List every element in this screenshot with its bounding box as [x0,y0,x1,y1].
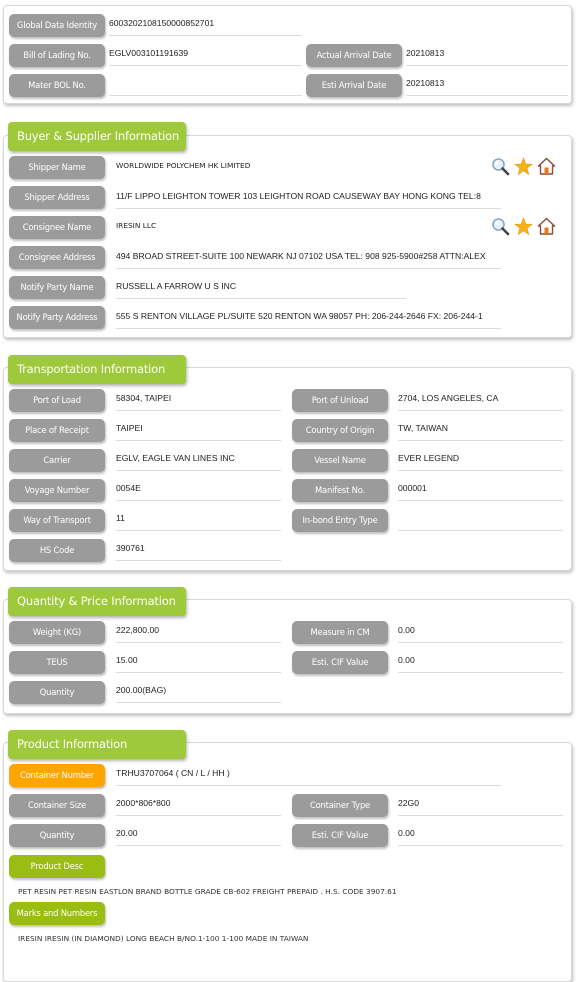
home-icon[interactable] [537,217,556,236]
value-carrier: EGLV, EAGLE VAN LINES INC [116,451,281,471]
value-product-desc: PET RESIN PET RESIN EASTLON BRAND BOTTLE… [18,887,397,896]
label-hs-code: HS Code [9,539,105,562]
buyer-supplier-panel: Shipper Name WORLDWIDE POLYCHEM HK LIMIT… [3,135,572,338]
value-weight: 222,800.00 [116,623,281,643]
label-port-of-load: Port of Load [9,389,105,412]
value-bill-of-lading: EGLV003101191639 [109,46,302,66]
label-in-bond-entry-type: In-bond Entry Type [292,509,388,532]
value-product-esti-cif: 0.00 [398,826,563,846]
product-panel: Container Number TRHU3707064 ( CN / L / … [3,742,572,982]
section-tab-transportation: Transportation Information [8,355,186,384]
section-tab-buyer-supplier: Buyer & Supplier Information [8,122,186,151]
value-manifest-no: 000001 [398,481,563,501]
label-port-of-unload: Port of Unload [292,389,388,412]
search-icon[interactable] [491,157,510,176]
value-esti-arrival-date: 20210813 [406,76,568,96]
label-marks-numbers: Marks and Numbers [9,902,105,925]
star-icon[interactable] [514,217,533,236]
label-consignee-address: Consignee Address [9,246,105,269]
value-country-of-origin: TW, TAIWAN [398,421,563,441]
header-panel: Global Data Identity 6003202108150000852… [3,5,572,104]
value-notify-party-name: RUSSELL A FARROW U S INC [116,279,406,299]
home-icon[interactable] [537,157,556,176]
value-vessel-name: EVER LEGEND [398,451,563,471]
label-shipper-address: Shipper Address [9,186,105,209]
value-esti-cif: 0.00 [398,653,563,673]
label-manifest-no: Manifest No. [292,479,388,502]
search-icon[interactable] [491,217,510,236]
value-teus: 15.00 [116,653,281,673]
label-product-desc: Product Desc [9,855,105,878]
value-shipper-name: WORLDWIDE POLYCHEM HK LIMITED [116,161,251,170]
value-notify-party-address: 555 S RENTON VILLAGE PL/SUITE 520 RENTON… [116,309,501,329]
label-way-of-transport: Way of Transport [9,509,105,532]
consignee-actions [491,217,571,236]
label-mater-bol: Mater BOL No. [9,74,105,97]
label-container-type: Container Type [292,794,388,817]
value-hs-code: 390761 [116,541,281,561]
label-consignee-name: Consignee Name [9,216,105,239]
value-way-of-transport: 11 [116,511,281,531]
value-global-data-identity: 6003202108150000852701 [109,16,302,36]
value-consignee-address: 494 BROAD STREET-SUITE 100 NEWARK NJ 071… [116,249,501,269]
value-actual-arrival-date: 20210813 [406,46,568,66]
value-shipper-address: 11/F LIPPO LEIGHTON TOWER 103 LEIGHTON R… [116,189,501,209]
value-port-of-load: 58304, TAIPEI [116,391,281,411]
value-product-quantity: 20.00 [116,826,281,846]
label-country-of-origin: Country of Origin [292,419,388,442]
label-voyage-number: Voyage Number [9,479,105,502]
label-measure: Measure in CM [292,621,388,644]
label-teus: TEUS [9,651,105,674]
value-voyage-number: 0054E [116,481,281,501]
label-place-of-receipt: Place of Receipt [9,419,105,442]
label-esti-arrival-date: Esti Arrival Date [306,74,402,97]
value-quantity: 200.00(BAG) [116,683,281,703]
value-container-type: 22G0 [398,796,563,816]
shipper-actions [491,157,571,176]
label-global-data-identity: Global Data Identity [9,14,105,37]
label-esti-cif: Esti. CIF Value [292,651,388,674]
value-container-number: TRHU3707064 ( CN / L / HH ) [116,766,501,786]
label-carrier: Carrier [9,449,105,472]
label-vessel-name: Vessel Name [292,449,388,472]
label-notify-party-name: Notify Party Name [9,276,105,299]
quantity-price-panel: Weight (KG) 222,800.00 Measure in CM 0.0… [3,599,572,714]
label-quantity: Quantity [9,681,105,704]
section-tab-product: Product Information [8,730,186,759]
transportation-panel: Port of Load 58304, TAIPEI Port of Unloa… [3,367,572,571]
label-bill-of-lading: Bill of Lading No. [9,44,105,67]
value-mater-bol [109,76,302,96]
value-port-of-unload: 2704, LOS ANGELES, CA [398,391,563,411]
value-measure: 0.00 [398,623,563,643]
label-container-number[interactable]: Container Number [9,764,105,787]
value-in-bond-entry-type [398,511,563,531]
label-actual-arrival-date: Actual Arrival Date [306,44,402,67]
value-consignee-name: IRESIN LLC [116,221,157,230]
value-place-of-receipt: TAIPEI [116,421,281,441]
label-notify-party-address: Notify Party Address [9,306,105,329]
value-container-size: 2000*806*800 [116,796,281,816]
section-tab-quantity-price: Quantity & Price Information [8,587,186,616]
value-marks-numbers: IRESIN IRESIN (IN DIAMOND) LONG BEACH B/… [18,934,309,943]
label-container-size: Container Size [9,794,105,817]
label-product-esti-cif: Esti. CIF Value [292,824,388,847]
label-weight: Weight (KG) [9,621,105,644]
star-icon[interactable] [514,157,533,176]
label-product-quantity: Quantity [9,824,105,847]
label-shipper-name: Shipper Name [9,156,105,179]
